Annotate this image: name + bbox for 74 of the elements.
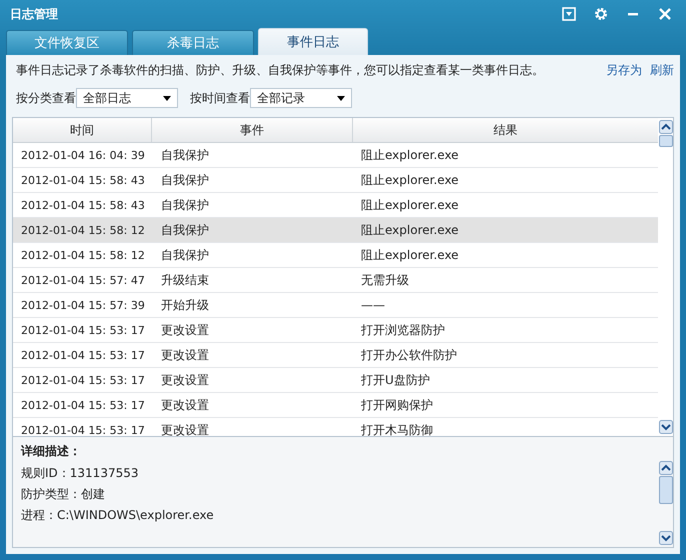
table-cell-text: 阻止explorer.exe	[360, 246, 460, 264]
table-cell-text: 阻止explorer.exe	[360, 146, 460, 164]
table-row[interactable]: 2012-01-04 15: 58: 12 自我保护 阻止explorer.exe	[13, 243, 658, 268]
link[interactable]: 另存为	[606, 62, 642, 78]
table-cell-text: ——	[360, 298, 386, 312]
table-cell-text: 自我保护	[160, 146, 210, 164]
detail-text: 防护类型：创建	[21, 486, 106, 503]
scroll-thumb[interactable]	[658, 135, 672, 147]
window-title: 日志管理	[9, 6, 58, 22]
column-header[interactable]: 事件	[152, 118, 353, 142]
detail-text: 规则ID：131137553	[21, 465, 140, 482]
table-cell-text: 2012-01-04 15: 53: 17	[20, 324, 146, 336]
table-cell-text: 2012-01-04 15: 58: 43	[20, 198, 146, 212]
table-cell-text: 2012-01-04 15: 58: 12	[20, 248, 146, 262]
dropdown-icon[interactable]	[562, 7, 576, 21]
table-cell-text: 更改设置	[160, 422, 210, 436]
table-cell-text: 无需升级	[360, 272, 410, 288]
dropdown-field[interactable]: 全部记录	[250, 88, 352, 108]
column-header[interactable]: 结果	[353, 118, 658, 142]
table-cell-text: 2012-01-04 15: 58: 12	[20, 224, 146, 236]
table-row[interactable]: 2012-01-04 15: 58: 12 自我保护 阻止explorer.exe	[13, 218, 658, 243]
table-cell-text: 打开木马防御	[360, 422, 434, 436]
scroll-up-icon[interactable]	[658, 461, 672, 475]
dropdown-field[interactable]: 全部日志	[76, 88, 178, 108]
link[interactable]: 刷新	[650, 62, 674, 78]
table-cell-text: 2012-01-04 15: 58: 43	[20, 174, 146, 186]
table-cell-text: 自我保护	[160, 246, 210, 264]
settings-icon[interactable]	[594, 7, 608, 21]
table-cell-text: 自我保护	[160, 196, 210, 214]
table-cell-text: 打开网购保护	[360, 396, 434, 414]
caret-icon	[163, 96, 171, 100]
table-row[interactable]: 2012-01-04 15: 58: 43 自我保护 阻止explorer.exe	[13, 168, 658, 193]
description-text: 事件日志记录了杀毒软件的扫描、防护、升级、自我保护等事件，您可以指定查看某一类事件日志。	[16, 62, 544, 78]
filter-label: 按分类查看	[16, 90, 76, 106]
caret-icon	[337, 96, 345, 100]
table-row[interactable]: 2012-01-04 15: 53: 17 更改设置 打开办公软件防护	[13, 343, 658, 368]
close-icon[interactable]	[658, 7, 672, 21]
table-cell-text: 打开U盘防护	[360, 372, 431, 388]
table-cell-text: 自我保护	[160, 172, 210, 188]
table-cell-text: 更改设置	[160, 372, 210, 388]
table-cell-text: 自我保护	[160, 222, 210, 238]
table-cell-text: 升级结束	[160, 272, 210, 288]
table-row[interactable]: 2012-01-04 15: 53: 17 更改设置 打开浏览器防护	[13, 318, 658, 343]
scroll-down-icon[interactable]	[658, 531, 672, 545]
table-cell-text: 2012-01-04 15: 53: 17	[20, 348, 146, 362]
scroll-thumb[interactable]	[658, 476, 672, 504]
table-cell-text: 更改设置	[160, 322, 210, 338]
table-cell-text: 2012-01-04 15: 57: 47	[20, 274, 146, 286]
table-cell-text: 开始升级	[160, 296, 210, 314]
table-cell-text: 阻止explorer.exe	[360, 172, 460, 188]
table-cell-text: 打开办公软件防护	[360, 346, 458, 364]
table-cell-text: 阻止explorer.exe	[360, 196, 460, 214]
table-cell-text: 2012-01-04 15: 53: 17	[20, 374, 146, 386]
tab[interactable]: 事件日志	[258, 28, 368, 55]
column-header[interactable]: 时间	[13, 118, 152, 142]
scroll-up-icon[interactable]	[658, 120, 672, 134]
table-row[interactable]: 2012-01-04 15: 57: 39 开始升级 ——	[13, 293, 658, 318]
table-cell-text: 阻止explorer.exe	[360, 222, 460, 238]
table-cell-text: 更改设置	[160, 396, 210, 414]
detail-text: 进程：C:\WINDOWS\explorer.exe	[21, 507, 215, 524]
table-cell-text: 打开浏览器防护	[360, 322, 446, 338]
table-row[interactable]: 2012-01-04 16: 04: 39 自我保护 阻止explorer.exe	[13, 143, 658, 168]
table-cell-text: 更改设置	[160, 346, 210, 364]
table-row[interactable]: 2012-01-04 15: 53: 17 更改设置 打开网购保护	[13, 393, 658, 418]
table-row[interactable]: 2012-01-04 15: 53: 17 更改设置 打开U盘防护	[13, 368, 658, 393]
table-cell-text: 2012-01-04 15: 53: 17	[20, 424, 146, 436]
table-cell-text: 2012-01-04 16: 04: 39	[20, 148, 146, 162]
filter-label: 按时间查看	[190, 90, 250, 106]
scrollbar[interactable]	[658, 118, 673, 436]
table-cell-text: 2012-01-04 15: 53: 17	[20, 398, 146, 412]
table-cell-text: 2012-01-04 15: 57: 39	[20, 298, 146, 312]
details-title: 详细描述：	[21, 443, 82, 460]
table-row[interactable]: 2012-01-04 15: 57: 47 升级结束 无需升级	[13, 268, 658, 293]
scroll-down-icon[interactable]	[658, 420, 672, 434]
